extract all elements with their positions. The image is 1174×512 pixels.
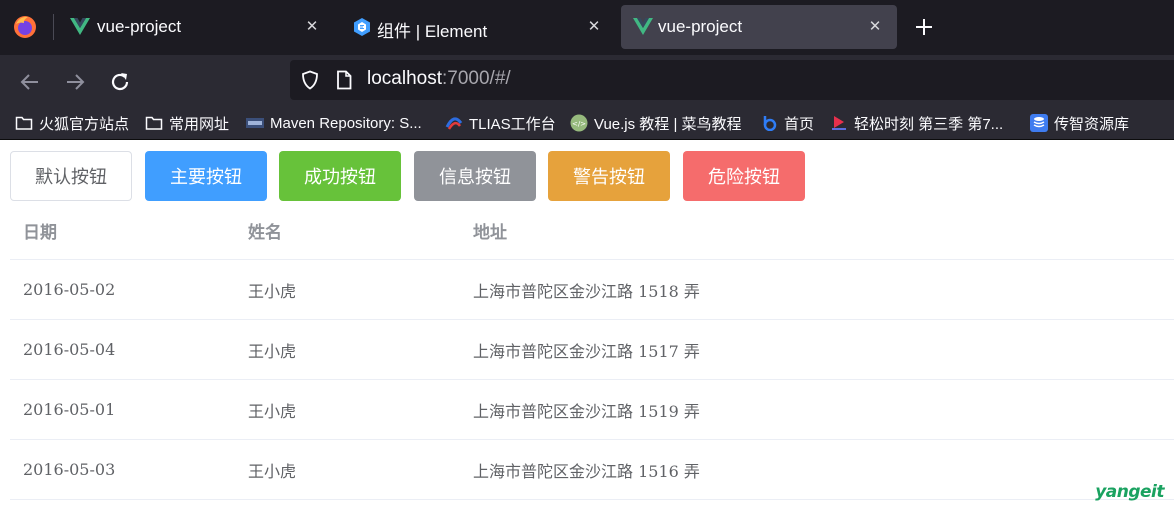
- url-host: localhost: [367, 68, 442, 89]
- tab-title: vue-project: [97, 17, 182, 36]
- table-row[interactable]: 2016-05-02 王小虎 上海市普陀区金沙江路 1518 弄: [10, 260, 1174, 320]
- bookmark-label: 常用网址: [169, 115, 230, 133]
- element-logo-icon: [354, 18, 370, 36]
- tab-element[interactable]: 组件 | Element ✕: [336, 5, 616, 49]
- cell-name: 王小虎: [248, 341, 297, 361]
- cell-date: 2016-05-01: [23, 400, 116, 419]
- tab-vue-project-1[interactable]: vue-project ✕: [54, 5, 334, 49]
- tab-title: vue-project: [658, 17, 743, 36]
- danger-button[interactable]: 危险按钮: [683, 151, 805, 201]
- cell-name: 王小虎: [248, 401, 297, 421]
- table-header: 日期 姓名 地址: [10, 201, 1174, 260]
- reload-icon[interactable]: [108, 70, 132, 94]
- bookmark-tlias[interactable]: TLIAS工作台: [445, 112, 556, 134]
- default-button[interactable]: 默认按钮: [10, 151, 132, 201]
- back-arrow-icon[interactable]: [18, 70, 42, 94]
- page-info-icon[interactable]: [336, 70, 352, 90]
- cell-address: 上海市普陀区金沙江路 1519 弄: [473, 401, 700, 421]
- column-header-address: 地址: [473, 222, 507, 243]
- url-bar[interactable]: localhost:7000/#/: [290, 60, 1174, 100]
- tab-close-icon[interactable]: ✕: [584, 16, 604, 36]
- tab-close-icon[interactable]: ✕: [302, 16, 322, 36]
- new-tab-plus-icon[interactable]: [913, 16, 935, 38]
- cell-date: 2016-05-02: [23, 280, 116, 299]
- bookmark-label: TLIAS工作台: [469, 115, 556, 133]
- primary-button[interactable]: 主要按钮: [145, 151, 267, 201]
- bookmark-vue-tutorial[interactable]: </> Vue.js 教程 | 菜鸟教程: [570, 112, 742, 134]
- folder-icon: [15, 116, 33, 130]
- bookmark-folder-firefox[interactable]: 火狐官方站点: [15, 112, 129, 134]
- table-row[interactable]: 2016-05-01 王小虎 上海市普陀区金沙江路 1519 弄: [10, 380, 1174, 440]
- cell-address: 上海市普陀区金沙江路 1518 弄: [473, 281, 700, 301]
- bookmark-label: 首页: [784, 115, 815, 133]
- cell-name: 王小虎: [248, 281, 297, 301]
- bookmark-label: Maven Repository: S...: [270, 114, 422, 132]
- data-table: 日期 姓名 地址 2016-05-02 王小虎 上海市普陀区金沙江路 1518 …: [10, 201, 1174, 500]
- bookmark-homepage[interactable]: 首页: [760, 112, 814, 134]
- cell-name: 王小虎: [248, 461, 297, 481]
- watermark: yangeit: [1095, 482, 1164, 502]
- maven-icon: [246, 118, 264, 128]
- cell-date: 2016-05-03: [23, 460, 116, 479]
- success-button[interactable]: 成功按钮: [279, 151, 401, 201]
- tab-close-icon[interactable]: ✕: [865, 16, 885, 36]
- tracking-protection-shield-icon[interactable]: [300, 70, 320, 90]
- forward-arrow-icon[interactable]: [63, 70, 87, 94]
- column-header-name: 姓名: [248, 222, 282, 243]
- column-header-date: 日期: [23, 222, 57, 243]
- bookmarks-toolbar: 火狐官方站点 常用网址 Maven Repository: S... TLIAS…: [0, 107, 1174, 140]
- cell-address: 上海市普陀区金沙江路 1516 弄: [473, 461, 700, 481]
- info-button[interactable]: 信息按钮: [414, 151, 536, 201]
- url-text[interactable]: localhost:7000/#/: [367, 68, 511, 90]
- runoob-icon: </>: [570, 114, 588, 132]
- tab-vue-project-active[interactable]: vue-project ✕: [621, 5, 897, 49]
- page-content: 默认按钮 主要按钮 成功按钮 信息按钮 警告按钮 危险按钮 日期 姓名 地址 2…: [0, 141, 1174, 512]
- tab-strip: vue-project ✕ 组件 | Element ✕ vue-project…: [0, 0, 1174, 55]
- folder-icon: [145, 116, 163, 130]
- tlias-icon: [445, 117, 463, 130]
- tab-title: 组件 | Element: [377, 22, 488, 41]
- bookmark-video[interactable]: 轻松时刻 第三季 第7...: [830, 112, 1003, 134]
- warning-button[interactable]: 警告按钮: [548, 151, 670, 201]
- video-icon: [832, 116, 846, 130]
- firefox-menu-icon[interactable]: [12, 14, 38, 40]
- database-icon: [1030, 114, 1048, 132]
- b-logo-icon: [763, 116, 777, 131]
- table-row[interactable]: 2016-05-04 王小虎 上海市普陀区金沙江路 1517 弄: [10, 320, 1174, 380]
- navigation-toolbar: localhost:7000/#/: [0, 55, 1174, 107]
- bookmark-label: Vue.js 教程 | 菜鸟教程: [594, 115, 742, 133]
- vue-logo-icon: [70, 18, 90, 35]
- bookmark-resource-library[interactable]: 传智资源库: [1030, 112, 1129, 134]
- svg-text:</>: </>: [572, 120, 586, 128]
- vue-logo-icon: [633, 18, 653, 35]
- cell-date: 2016-05-04: [23, 340, 116, 359]
- bookmark-maven[interactable]: Maven Repository: S...: [246, 112, 422, 134]
- cell-address: 上海市普陀区金沙江路 1517 弄: [473, 341, 700, 361]
- bookmark-label: 火狐官方站点: [39, 115, 130, 133]
- bookmark-folder-common[interactable]: 常用网址: [145, 112, 229, 134]
- url-path: :7000/#/: [442, 68, 511, 89]
- bookmark-label: 轻松时刻 第三季 第7...: [854, 115, 1004, 133]
- bookmark-label: 传智资源库: [1054, 115, 1130, 133]
- table-row[interactable]: 2016-05-03 王小虎 上海市普陀区金沙江路 1516 弄: [10, 440, 1174, 500]
